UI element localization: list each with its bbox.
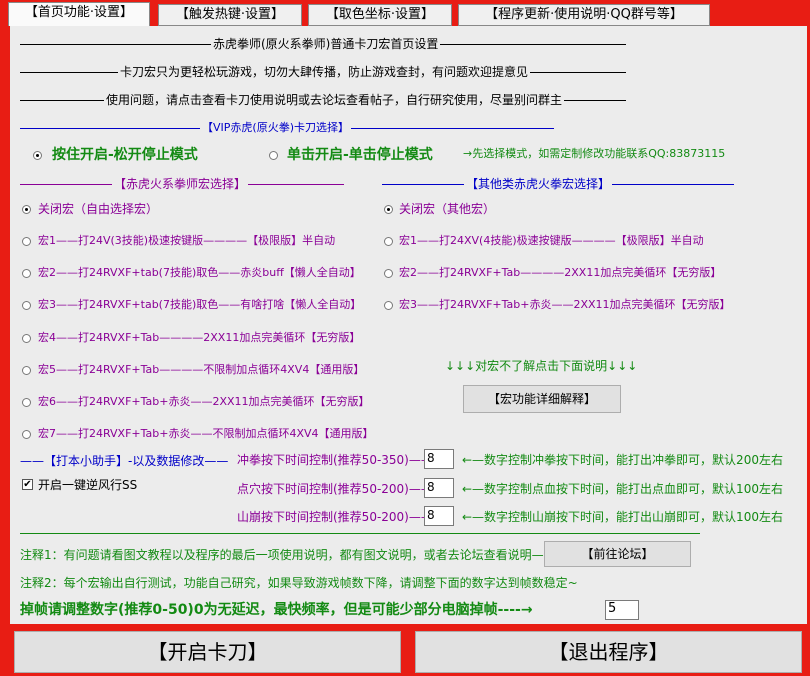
right-macro-2-label[interactable]: 宏2——打24RVXF+Tab————2XX11加点完美循环【无穷版】 — [399, 266, 721, 280]
landslide-time-note: ←—数字控制山崩按下时间，能打出山崩即可，默认100左右 — [462, 510, 783, 524]
punch-time-label: 冲拳按下时间控制(推荐50-350)—— — [237, 453, 433, 467]
page-title: 赤虎拳师(原火系拳师)普通卡刀宏首页设置 — [211, 37, 441, 51]
header-notice-2: 使用问题，请点击查看卡刀使用说明或去论坛查看帖子，自行研究使用，尽量别问群主 — [104, 93, 565, 107]
left-macro-2-radio[interactable] — [22, 269, 31, 278]
left-macro-5-radio[interactable] — [22, 366, 31, 375]
right-macro-3-label[interactable]: 宏3——打24RVXF+Tab+赤炎——2XX11加点完美循环【无穷版】 — [399, 298, 731, 312]
left-macro-1-label[interactable]: 宏1——打24V(3技能)极速按键版————【极限版】半自动 — [38, 234, 335, 248]
left-macro-6-radio[interactable] — [22, 398, 31, 407]
left-macro-off-label[interactable]: 关闭宏（自由选择宏） — [38, 202, 158, 216]
acupoint-time-input[interactable]: 8 — [424, 478, 454, 498]
landslide-time-label: 山崩按下时间控制(推荐50-200)—— — [237, 510, 433, 524]
landslide-time-input[interactable]: 8 — [424, 506, 454, 526]
left-macro-7-radio[interactable] — [22, 430, 31, 439]
right-macro-1-label[interactable]: 宏1——打24XV(4技能)极速按键版————【极限版】半自动 — [399, 234, 704, 248]
vip-section-title: 【VIP赤虎(原火拳)卡刀选择】 — [200, 121, 351, 135]
punch-time-input[interactable]: 8 — [424, 449, 454, 469]
acupoint-time-note: ←—数字控制点血按下时间，能打出点血即可，默认100左右 — [462, 482, 783, 496]
left-macro-6-label[interactable]: 宏6——打24RVXF+Tab+赤炎——2XX11加点完美循环【无穷版】 — [38, 395, 370, 409]
mode-hold-label[interactable]: 按住开启-松开停止模式 — [52, 148, 198, 162]
header-notice-1: 卡刀宏只为更轻松玩游戏，切勿大肆传播，防止游戏查封，有问题欢迎提意见 — [118, 65, 531, 79]
divider — [20, 533, 700, 534]
tab-update-instructions-qq[interactable]: 【程序更新·使用说明·QQ群号等】 — [458, 4, 710, 26]
acupoint-time-label: 点穴按下时间控制(推荐50-200)—— — [237, 482, 433, 496]
right-macro-3-radio[interactable] — [384, 301, 393, 310]
right-group-title: 【其他类赤虎火拳宏选择】 — [464, 177, 613, 191]
forum-button[interactable]: 【前往论坛】 — [544, 541, 691, 567]
mode-click-radio[interactable] — [269, 151, 278, 160]
left-macro-1-radio[interactable] — [22, 237, 31, 246]
macro-tip: ↓↓↓对宏不了解点击下面说明↓↓↓ — [445, 359, 638, 373]
left-macro-4-label[interactable]: 宏4——打24RVXF+Tab————2XX11加点完美循环【无穷版】 — [38, 331, 360, 345]
left-macro-3-label[interactable]: 宏3——打24RVXF+tab(7技能)取色——有啥打啥【懒人全自动】 — [38, 298, 361, 312]
exit-button[interactable]: 【退出程序】 — [415, 631, 802, 673]
left-macro-7-label[interactable]: 宏7——打24RVXF+Tab+赤炎——不限制加点循环4XV4【通用版】 — [38, 427, 374, 441]
tab-hotkey-settings[interactable]: 【触发热键·设置】 — [158, 4, 302, 26]
reverse-wind-checkbox[interactable]: ✔ — [22, 479, 33, 490]
frame-delay-input[interactable]: 5 — [605, 600, 639, 620]
left-macro-5-label[interactable]: 宏5——打24RVXF+Tab————不限制加点循环4XV4【通用版】 — [38, 363, 364, 377]
note-1: 注释1：有问题请看图文教程以及程序的最后一项使用说明，都有图文说明，或者去论坛查… — [20, 548, 580, 562]
note-2: 注释2：每个宏输出自行测试，功能自己研究，如果导致游戏帧数下降，请调整下面的数字… — [20, 576, 578, 590]
helper-title: ——【打本小助手】-以及数据修改—— — [20, 454, 229, 468]
right-macro-2-radio[interactable] — [384, 269, 393, 278]
left-macro-off-radio[interactable] — [22, 205, 31, 214]
mode-click-label[interactable]: 单击开启-单击停止模式 — [287, 148, 433, 162]
left-macro-2-label[interactable]: 宏2——打24RVXF+tab(7技能)取色——赤炎buff【懒人全自动】 — [38, 266, 361, 280]
tab-color-coordinate-settings[interactable]: 【取色坐标·设置】 — [308, 4, 452, 26]
frame-drop-label: 掉帧请调整数字(推荐0-50)0为无延迟，最快频率，但是可能少部分电脑掉帧---… — [20, 602, 533, 618]
left-group-title: 【赤虎火系拳师宏选择】 — [112, 177, 249, 191]
reverse-wind-label[interactable]: 开启一键逆风行SS — [38, 478, 137, 492]
start-button[interactable]: 【开启卡刀】 — [14, 631, 401, 673]
right-macro-1-radio[interactable] — [384, 237, 393, 246]
punch-time-note: ←—数字控制冲拳按下时间，能打出冲拳即可，默认200左右 — [462, 453, 783, 467]
left-macro-3-radio[interactable] — [22, 301, 31, 310]
macro-detail-button[interactable]: 【宏功能详细解释】 — [463, 385, 621, 413]
left-macro-4-radio[interactable] — [22, 334, 31, 343]
mode-hold-radio[interactable] — [33, 151, 42, 160]
right-macro-off-label[interactable]: 关闭宏（其他宏） — [399, 202, 495, 216]
mode-note: →先选择模式，如需定制修改功能联系QQ:83873115 — [463, 147, 726, 160]
main-panel — [10, 26, 807, 624]
right-macro-off-radio[interactable] — [384, 205, 393, 214]
tab-home-settings[interactable]: 【首页功能·设置】 — [8, 2, 150, 26]
